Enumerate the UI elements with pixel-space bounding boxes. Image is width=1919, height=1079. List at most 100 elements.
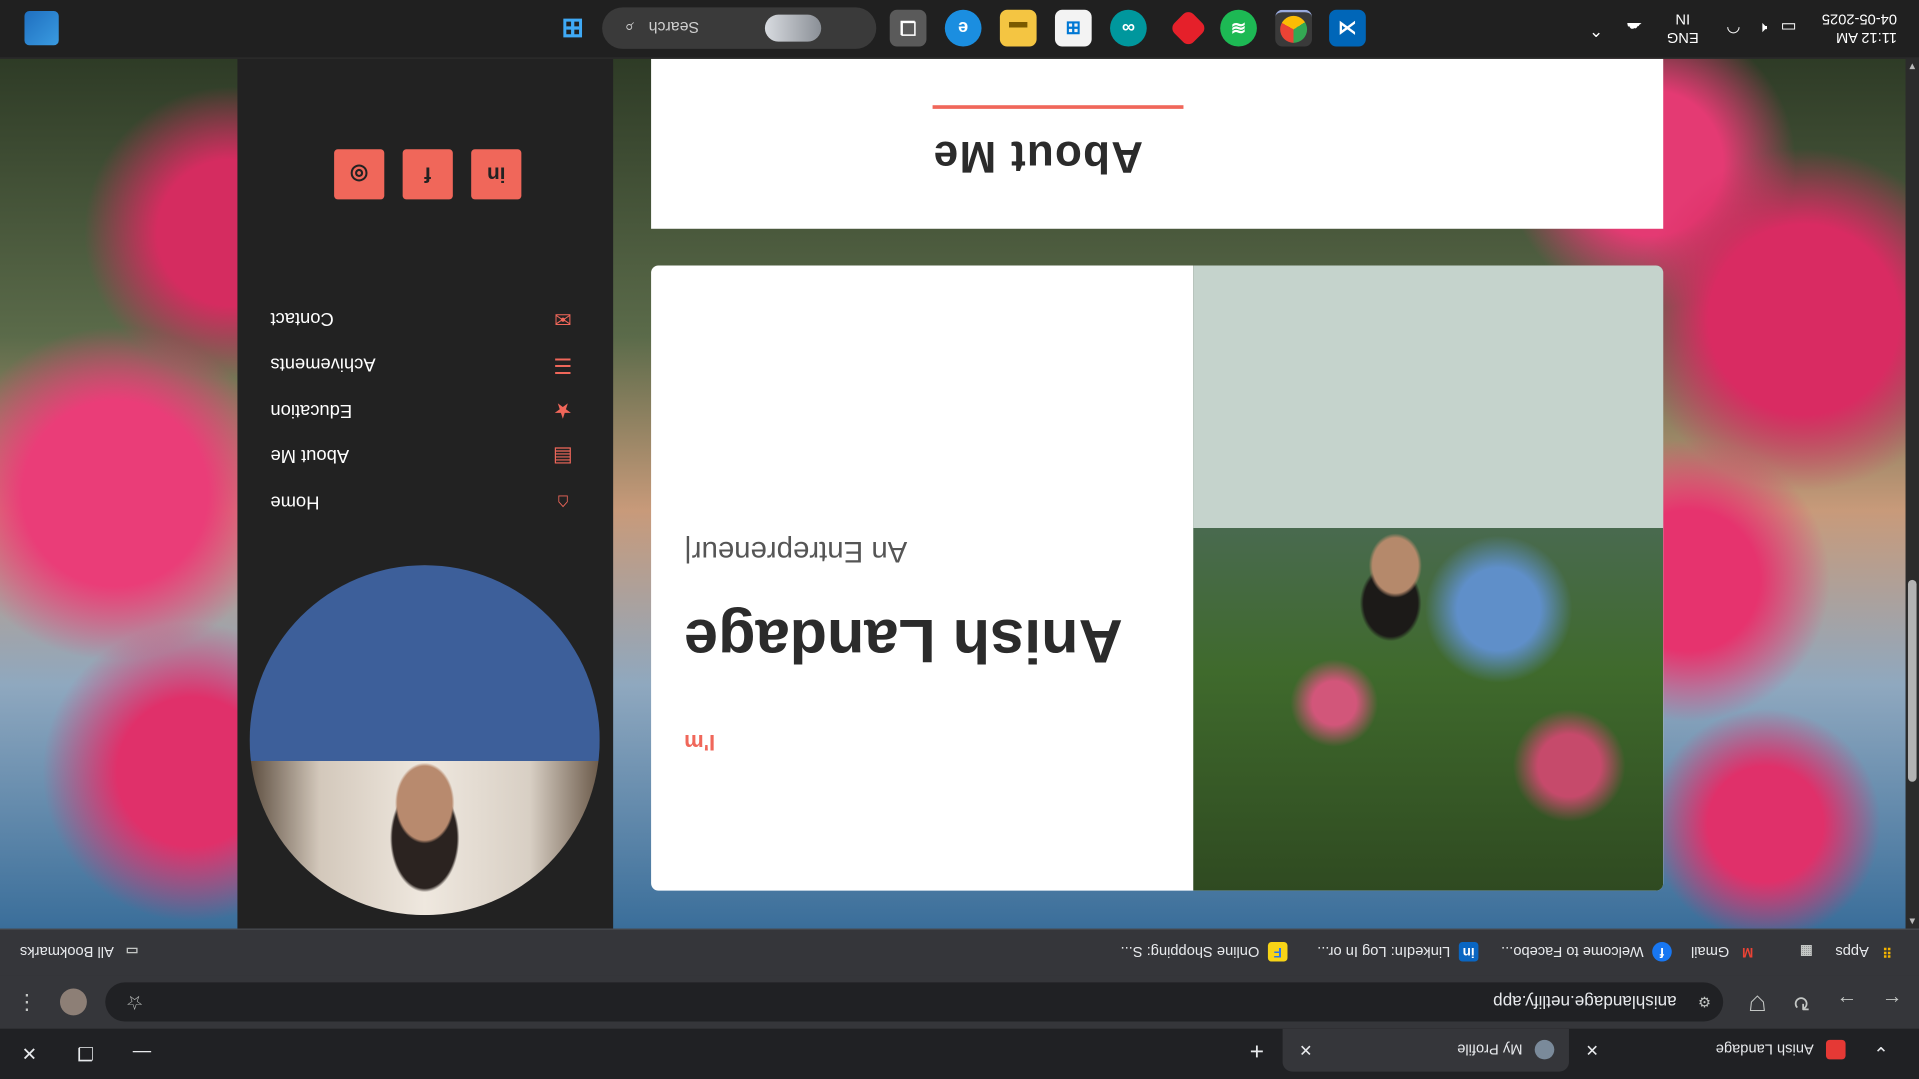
tab-groups-icon: ▦ bbox=[1800, 943, 1813, 959]
back-button[interactable]: ← bbox=[1875, 985, 1909, 1019]
profile-favicon-icon bbox=[1534, 1040, 1555, 1061]
sidebar-item-label: Education bbox=[270, 399, 353, 421]
close-window-button[interactable]: ✕ bbox=[1, 1035, 57, 1072]
clock[interactable]: 11:12 AM 04-05-2025 bbox=[1821, 10, 1897, 46]
page-viewport: ▲ ▼ I'm Anish Landage An Entrepreneur| A… bbox=[0, 58, 1919, 929]
sidebar-item-label: Contact bbox=[270, 307, 334, 329]
close-tab-icon[interactable]: ✕ bbox=[1292, 1040, 1319, 1060]
tab-my-profile[interactable]: My Profile ✕ bbox=[1282, 1028, 1569, 1072]
store-icon[interactable]: ⊞ bbox=[1054, 9, 1092, 47]
all-bookmarks[interactable]: ▭ All Bookmarks bbox=[20, 941, 142, 963]
scroll-down-icon[interactable]: ▼ bbox=[1907, 61, 1918, 72]
profile-avatar[interactable] bbox=[56, 985, 90, 1019]
home-icon: ⌂ bbox=[556, 490, 570, 515]
menu-button[interactable]: ⋮ bbox=[10, 985, 44, 1019]
sidebar-item-about[interactable]: ▤ About Me bbox=[270, 433, 576, 479]
vscode-icon[interactable]: ⋊ bbox=[1329, 9, 1366, 47]
site-info-icon[interactable]: ⚙ bbox=[1689, 993, 1711, 1010]
bookmark-star-icon[interactable]: ☆ bbox=[120, 990, 149, 1014]
hero-name: Anish Landage bbox=[684, 606, 1123, 676]
spotify-icon[interactable]: ≋ bbox=[1220, 9, 1257, 47]
bookmark-label: Welcome to Facebo... bbox=[1501, 943, 1644, 961]
avatar bbox=[249, 565, 600, 916]
tab-strip: ⌄ Anish Landage ✕ My Profile ✕ + — ❐ ✕ bbox=[0, 1028, 1919, 1079]
linkedin-button[interactable]: in bbox=[471, 149, 522, 200]
social-links: in f ◎ bbox=[334, 149, 522, 200]
new-tab-button[interactable]: + bbox=[1240, 1034, 1274, 1068]
sidebar-item-achievements[interactable]: ☰ Achivements bbox=[270, 341, 576, 387]
restore-button[interactable]: ❐ bbox=[58, 1035, 114, 1072]
tab-anish-landage[interactable]: Anish Landage ✕ bbox=[1569, 1029, 1860, 1072]
sidebar-item-label: About Me bbox=[270, 445, 350, 467]
hero-text: I'm Anish Landage An Entrepreneur| bbox=[684, 265, 1149, 890]
about-title: About Me bbox=[932, 132, 1144, 183]
wifi-icon[interactable]: ◠ bbox=[1726, 18, 1740, 38]
scroll-up-icon[interactable]: ▲ bbox=[1907, 916, 1918, 927]
envelope-icon: ✉ bbox=[554, 307, 572, 331]
sidebar-item-label: Achivements bbox=[270, 353, 376, 375]
bookmark-label: Online Shopping: S... bbox=[1120, 943, 1260, 961]
sidebar-item-home[interactable]: ⌂ Home bbox=[270, 479, 576, 525]
hero-role: An Entrepreneur| bbox=[684, 534, 908, 568]
language-code: ENG bbox=[1666, 29, 1699, 47]
edge-icon[interactable]: e bbox=[944, 9, 982, 47]
minimize-button[interactable]: — bbox=[114, 1035, 170, 1072]
forward-button[interactable]: → bbox=[1830, 985, 1864, 1019]
bookmarks-bar: ⠿ Apps ▦ M Gmail f Welcome to Facebo... … bbox=[0, 928, 1919, 976]
instagram-button[interactable]: ◎ bbox=[334, 149, 385, 200]
flipkart-icon: F bbox=[1267, 941, 1288, 962]
tab-search-button[interactable]: ⌄ bbox=[1853, 1035, 1909, 1072]
chevron-up-icon[interactable]: ⌃ bbox=[1589, 20, 1603, 41]
search-placeholder: Search bbox=[648, 18, 700, 38]
facebook-icon: f bbox=[1652, 941, 1672, 962]
region-code: IN bbox=[1675, 11, 1691, 29]
bookmark-gmail[interactable]: M Gmail bbox=[1691, 941, 1758, 963]
hero-greeting: I'm bbox=[684, 730, 716, 755]
linkedin-icon: in bbox=[1458, 941, 1479, 962]
sidebar-item-label: Home bbox=[270, 491, 320, 513]
reload-button[interactable]: ↻ bbox=[1784, 985, 1818, 1019]
tab-title: My Profile bbox=[1457, 1041, 1523, 1059]
windows-taskbar: 11:12 AM 04-05-2025 ▭ 🔈︎ ◠ ENG IN ☁ ⌃ ⋊ … bbox=[0, 0, 1919, 59]
folder-icon: ▭ bbox=[125, 943, 139, 959]
scrollbar[interactable]: ▲ ▼ bbox=[1905, 58, 1919, 929]
bookmark-facebook[interactable]: f Welcome to Facebo... bbox=[1501, 941, 1672, 963]
task-view-icon[interactable]: ❏ bbox=[889, 9, 927, 47]
taskbar-search[interactable]: Search ⌕ bbox=[602, 7, 877, 49]
address-bar[interactable]: ⚙ anishlandage.netlify.app ☆ bbox=[105, 982, 1724, 1022]
bookmark-label: Apps bbox=[1835, 943, 1869, 961]
arduino-icon[interactable]: ∞ bbox=[1110, 9, 1147, 47]
widgets-icon[interactable] bbox=[24, 11, 59, 46]
anydesk-icon[interactable] bbox=[1169, 9, 1208, 48]
language-indicator[interactable]: ENG IN bbox=[1666, 10, 1699, 47]
battery-icon[interactable]: ▭ bbox=[1780, 17, 1796, 38]
sidebar-nav: ⌂ Home ▤ About Me ★ Education ☰ Achiveme… bbox=[270, 295, 576, 524]
volume-icon[interactable]: 🔈︎ bbox=[1758, 18, 1768, 38]
scroll-thumb[interactable] bbox=[1907, 579, 1917, 782]
chrome-icon[interactable] bbox=[1275, 9, 1312, 47]
start-icon[interactable]: ⊞ bbox=[554, 10, 591, 47]
file-explorer-icon[interactable]: ▬ bbox=[999, 9, 1037, 47]
bookmark-apps[interactable]: ⠿ Apps bbox=[1835, 941, 1897, 963]
facebook-button[interactable]: f bbox=[402, 149, 453, 200]
sidebar-item-contact[interactable]: ✉ Contact bbox=[270, 295, 576, 341]
close-tab-icon[interactable]: ✕ bbox=[1579, 1040, 1606, 1060]
extension-icon[interactable]: ⛉ bbox=[1740, 985, 1774, 1019]
about-section: About Me bbox=[651, 58, 1664, 229]
onedrive-icon[interactable]: ☁ bbox=[1626, 18, 1642, 38]
graduation-icon: ★ bbox=[553, 399, 573, 423]
search-highlight-icon bbox=[764, 14, 821, 42]
sidebar: ⌂ Home ▤ About Me ★ Education ☰ Achiveme… bbox=[237, 58, 614, 929]
bookmark-label: Gmail bbox=[1690, 943, 1730, 961]
clock-date: 04-05-2025 bbox=[1821, 11, 1897, 29]
hero-photo bbox=[1193, 265, 1664, 891]
search-icon: ⌕ bbox=[624, 18, 634, 39]
bookmark-linkedin[interactable]: in LinkedIn: Log In or... bbox=[1317, 941, 1479, 963]
tab-title: Anish Landage bbox=[1715, 1041, 1814, 1059]
id-card-icon: ▤ bbox=[553, 444, 573, 469]
sidebar-item-education[interactable]: ★ Education bbox=[270, 387, 576, 433]
bookmark-label: All Bookmarks bbox=[19, 943, 114, 961]
bookmark-tab-groups[interactable]: ▦ bbox=[1788, 941, 1816, 963]
browser-toolbar: ← → ↻ ⛉ ⚙ anishlandage.netlify.app ☆ ⋮ bbox=[0, 975, 1919, 1029]
bookmark-flipkart[interactable]: F Online Shopping: S... bbox=[1121, 941, 1288, 963]
